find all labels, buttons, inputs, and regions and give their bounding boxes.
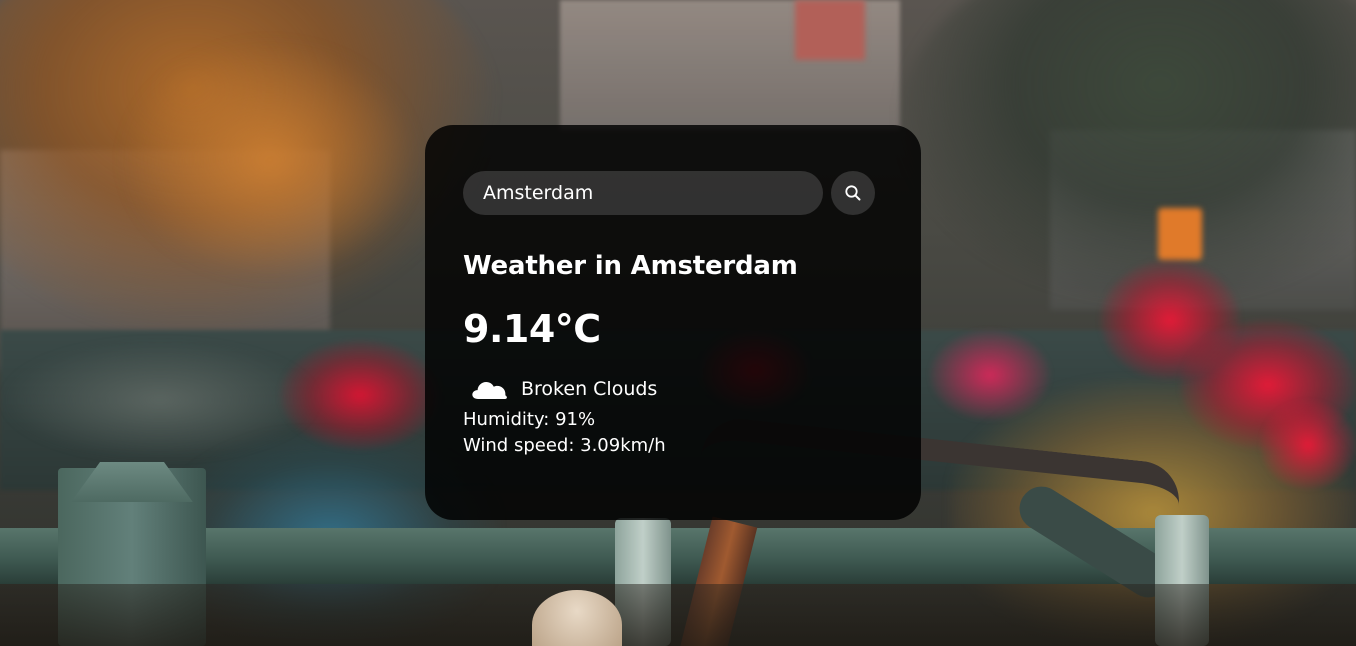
humidity: Humidity: 91% xyxy=(463,409,596,430)
background-tree-left-highlight xyxy=(120,40,420,280)
weather-card: Weather in Amsterdam 9.14°C Broken Cloud… xyxy=(425,125,921,520)
search-bar xyxy=(463,171,883,215)
background-red-flowers-right-3 xyxy=(1260,400,1356,490)
search-button[interactable] xyxy=(831,171,875,215)
search-icon xyxy=(845,185,861,201)
background-pink-flowers xyxy=(930,330,1050,420)
city-title: Weather in Amsterdam xyxy=(463,251,798,281)
background-red-flowers-left xyxy=(280,340,440,450)
weather-description-row: Broken Clouds xyxy=(463,375,883,403)
background-ground xyxy=(0,584,1356,646)
cloud-icon xyxy=(472,382,507,399)
temperature: 9.14°C xyxy=(463,307,601,351)
background-red-building xyxy=(795,0,865,60)
background-orange-sign xyxy=(1158,208,1202,260)
weather-description: Broken Clouds xyxy=(521,378,658,400)
wind-speed: Wind speed: 3.09km/h xyxy=(463,435,666,456)
search-input[interactable] xyxy=(463,171,823,215)
